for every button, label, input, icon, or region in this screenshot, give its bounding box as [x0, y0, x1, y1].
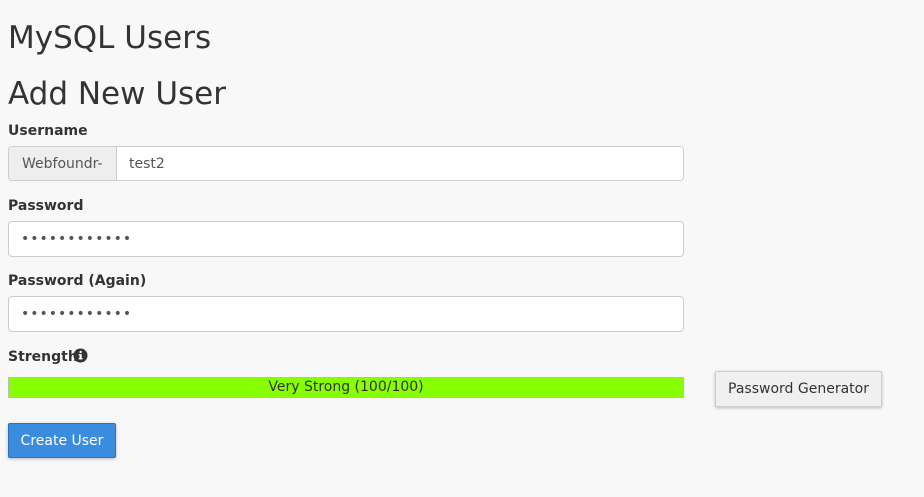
password-generator-button[interactable]: Password Generator: [715, 371, 882, 407]
password-again-input[interactable]: [8, 296, 684, 332]
password-label: Password: [8, 198, 84, 214]
section-title: Add New User: [8, 76, 226, 112]
username-input-group: Webfoundr-: [8, 146, 684, 181]
password-again-label: Password (Again): [8, 273, 147, 289]
username-prefix: Webfoundr-: [9, 147, 117, 180]
username-label: Username: [8, 123, 88, 139]
password-input[interactable]: [8, 221, 684, 257]
info-icon[interactable]: [73, 348, 88, 363]
strength-text: Very Strong (100/100): [268, 379, 424, 395]
strength-label: Strength: [8, 349, 78, 365]
page-title: MySQL Users: [8, 20, 212, 56]
username-input[interactable]: [117, 147, 683, 180]
password-strength-meter: Very Strong (100/100): [8, 377, 684, 398]
create-user-button[interactable]: Create User: [8, 423, 116, 458]
